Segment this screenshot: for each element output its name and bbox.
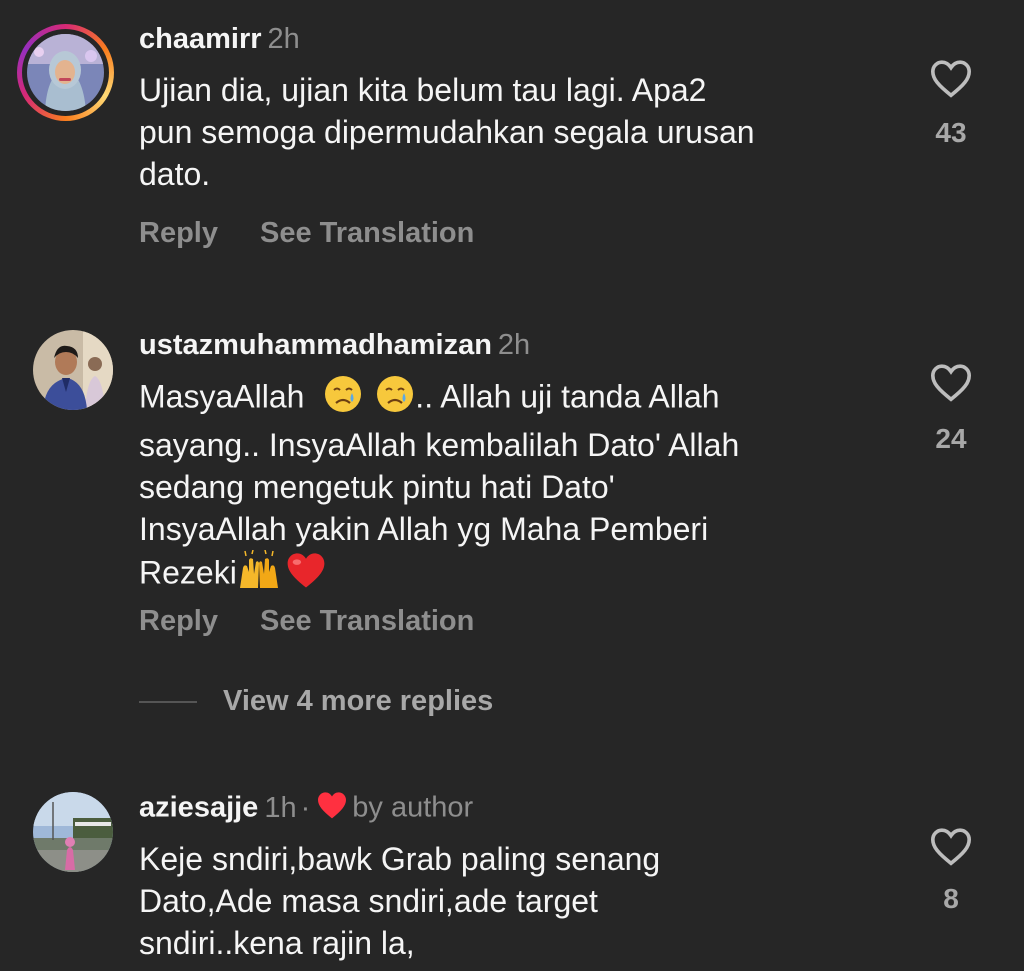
comment-text: Keje sndiri,bawk Grab paling senang Dato… bbox=[139, 838, 879, 964]
comment-line: Dato,Ade masa sndiri,ade target bbox=[139, 883, 598, 919]
heart-outline-icon[interactable] bbox=[929, 60, 973, 102]
profile-photo-icon bbox=[33, 330, 113, 410]
like-control: 24 bbox=[925, 362, 977, 455]
timestamp: 1h bbox=[264, 791, 297, 824]
comment-line: pun semoga dipermudahkan segala urusan bbox=[139, 114, 755, 150]
comment-line: Rezeki bbox=[139, 549, 879, 600]
heart-outline-icon[interactable] bbox=[929, 364, 973, 406]
raising-hands-icon bbox=[237, 549, 281, 600]
like-control: 8 bbox=[925, 826, 977, 915]
username[interactable]: chaamirr bbox=[139, 23, 262, 55]
timestamp: 2h bbox=[267, 23, 300, 55]
reply-button[interactable]: Reply bbox=[139, 217, 218, 250]
profile-photo-icon bbox=[27, 34, 104, 111]
comment-actions: Reply See Translation bbox=[139, 605, 474, 638]
divider bbox=[139, 701, 197, 704]
view-more-replies-label[interactable]: View 4 more replies bbox=[223, 685, 493, 717]
separator: · bbox=[300, 791, 311, 824]
profile-photo-icon bbox=[33, 792, 113, 872]
comment-text-suffix: .. Allah uji tanda Allah bbox=[415, 378, 720, 415]
comment-item: chaamirr 2h Ujian dia, ujian kita belum t… bbox=[0, 0, 1024, 290]
by-author-label: by author bbox=[352, 791, 474, 824]
see-translation-button[interactable]: See Translation bbox=[260, 605, 474, 638]
comment-text: MasyaAllah .. Allah uji tanda Allah saya… bbox=[139, 374, 879, 600]
crying-face-icon bbox=[323, 374, 363, 424]
comment-text-prefix: MasyaAllah bbox=[139, 378, 305, 415]
crying-face-icon bbox=[375, 374, 415, 424]
comment-line: sayang.. InsyaAllah kembalilah Dato' All… bbox=[139, 427, 740, 463]
comment-line: dato. bbox=[139, 156, 211, 192]
avatar[interactable] bbox=[33, 792, 113, 872]
like-count: 24 bbox=[935, 423, 967, 454]
liked-by-author-heart-icon bbox=[316, 790, 348, 828]
comment-line: Ujian dia, ujian kita belum tau lagi. Ap… bbox=[139, 72, 707, 108]
avatar[interactable] bbox=[17, 24, 114, 121]
comment-item: ustazmuhammadhamizan 2h MasyaAllah .. Al… bbox=[0, 290, 1024, 750]
comment-header: chaamirr 2h bbox=[139, 22, 300, 56]
comment-line: MasyaAllah .. Allah uji tanda Allah bbox=[139, 374, 879, 424]
like-count: 8 bbox=[943, 883, 959, 914]
see-translation-button[interactable]: See Translation bbox=[260, 217, 474, 250]
comment-text-tail: Rezeki bbox=[139, 554, 237, 591]
comment-header: ustazmuhammadhamizan 2h bbox=[139, 328, 530, 362]
comment-actions: Reply See Translation bbox=[139, 217, 474, 250]
reply-button[interactable]: Reply bbox=[139, 605, 218, 638]
comment-item: aziesajje 1h · by author Keje sndiri,bawk … bbox=[0, 760, 1024, 971]
comment-line: Keje sndiri,bawk Grab paling senang bbox=[139, 841, 661, 877]
heart-outline-icon[interactable] bbox=[929, 828, 973, 870]
avatar[interactable] bbox=[33, 330, 113, 410]
username[interactable]: aziesajje bbox=[139, 792, 258, 824]
comment-header: aziesajje 1h · by author bbox=[139, 790, 473, 828]
like-count: 43 bbox=[935, 117, 967, 148]
comment-line: sndiri..kena rajin la, bbox=[139, 925, 415, 961]
view-more-replies[interactable]: View 4 more replies bbox=[139, 685, 493, 718]
comment-text: Ujian dia, ujian kita belum tau lagi. Ap… bbox=[139, 69, 879, 195]
comment-line: sedang mengetuk pintu hati Dato' bbox=[139, 469, 615, 505]
comment-line: InsyaAllah yakin Allah yg Maha Pemberi bbox=[139, 511, 709, 547]
red-heart-icon bbox=[285, 550, 327, 600]
like-control: 43 bbox=[925, 58, 977, 149]
username[interactable]: ustazmuhammadhamizan bbox=[139, 329, 492, 361]
timestamp: 2h bbox=[497, 329, 531, 361]
